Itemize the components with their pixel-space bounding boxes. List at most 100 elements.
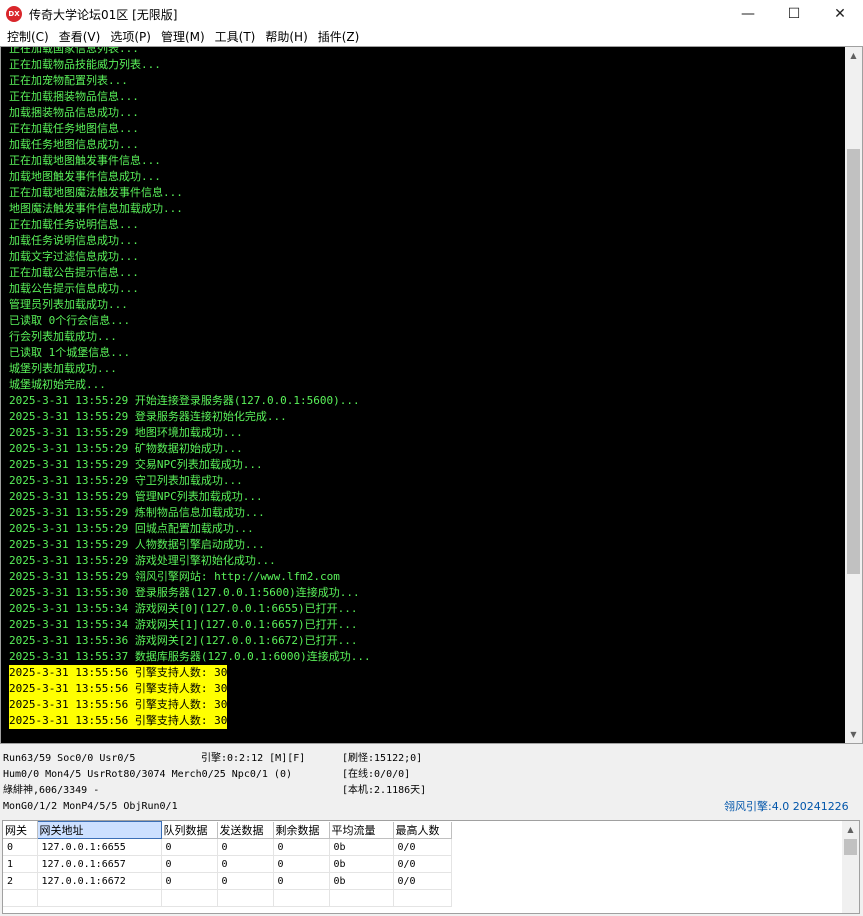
console-line: 2025-3-31 13:55:29 翎风引擎网站: http://www.lf… <box>9 570 340 583</box>
console-line-row: 2025-3-31 13:55:29 矿物数据初始成功... <box>9 441 371 457</box>
table-row[interactable]: 0 127.0.0.1:6655 0 0 0 0b 0/0 <box>3 838 452 856</box>
cell-gateway: 2 <box>3 872 38 890</box>
column-header-remaining[interactable]: 剩余数据 <box>273 821 330 839</box>
cell-sent: 0 <box>217 855 274 873</box>
menu-tools[interactable]: 工具(T) <box>210 28 261 46</box>
table-scroll-thumb[interactable] <box>844 839 857 855</box>
console-line: 2025-3-31 13:55:29 人物数据引擎启动成功... <box>9 538 265 551</box>
cell-remaining: 0 <box>273 855 330 873</box>
column-header-max-users[interactable]: 最高人数 <box>393 821 452 839</box>
status-run: Run63/59 Soc0/0 Usr0/5 <box>3 753 136 764</box>
cell-avg-flow: 0b <box>329 872 394 890</box>
console-line: 2025-3-31 13:55:37 数据库服务器(127.0.0.1:6000… <box>9 650 371 663</box>
console-line-row: 管理员列表加载成功... <box>9 297 371 313</box>
minimize-button[interactable]: — <box>725 0 771 28</box>
console-line: 管理员列表加载成功... <box>9 298 128 311</box>
cell-max-users: 0/0 <box>393 838 452 856</box>
console-line-row: 2025-3-31 13:55:29 管理NPC列表加载成功... <box>9 489 371 505</box>
console-line-row: 正在加载物品技能威力列表... <box>9 57 371 73</box>
close-icon: ✕ <box>834 6 846 22</box>
maximize-icon: ☐ <box>787 6 801 22</box>
console-line-row: 2025-3-31 13:55:30 登录服务器(127.0.0.1:5600)… <box>9 585 371 601</box>
menu-view[interactable]: 查看(V) <box>54 28 106 46</box>
console-line-highlighted: 2025-3-31 13:55:56 引擎支持人数: 30 <box>9 665 228 681</box>
scroll-track[interactable] <box>845 64 862 726</box>
menu-manage[interactable]: 管理(M) <box>156 28 210 46</box>
table-scroll-up-icon[interactable]: ▲ <box>842 821 859 838</box>
app-icon[interactable]: DX <box>6 6 22 22</box>
scroll-down-icon[interactable]: ▼ <box>845 726 862 743</box>
console-line: 2025-3-31 13:55:34 游戏网关[0](127.0.0.1:665… <box>9 602 358 615</box>
console-line-row: 2025-3-31 13:55:29 交易NPC列表加载成功... <box>9 457 371 473</box>
table-row[interactable]: 2 127.0.0.1:6672 0 0 0 0b 0/0 <box>3 872 452 890</box>
console-line-row: 正在加载捆装物品信息... <box>9 89 371 105</box>
console-line-row: 加载文字过滤信息成功... <box>9 249 371 265</box>
console-line-row: 2025-3-31 13:55:36 游戏网关[2](127.0.0.1:667… <box>9 633 371 649</box>
console-line: 加载地图触发事件信息成功... <box>9 170 161 183</box>
console-line-row: 地图魔法触发事件信息加载成功... <box>9 201 371 217</box>
console-line: 2025-3-31 13:55:29 开始连接登录服务器(127.0.0.1:5… <box>9 394 360 407</box>
console-line: 2025-3-31 13:55:29 炼制物品信息加载成功... <box>9 506 265 519</box>
console-line-row: 正在加载地图魔法触发事件信息... <box>9 185 371 201</box>
console-line-row: 正在加载地图触发事件信息... <box>9 153 371 169</box>
console-line-row: 2025-3-31 13:55:29 人物数据引擎启动成功... <box>9 537 371 553</box>
console-line: 正在加载国家信息列表... <box>9 47 139 55</box>
console-line: 2025-3-31 13:55:29 管理NPC列表加载成功... <box>9 490 263 503</box>
console-line-row: 2025-3-31 13:55:29 地图环境加载成功... <box>9 425 371 441</box>
console-line-row: 城堡列表加载成功... <box>9 361 371 377</box>
window-title: 传奇大学论坛01区 [无限版] <box>29 7 178 22</box>
scroll-thumb[interactable] <box>847 149 860 574</box>
console-line: 正在加载地图触发事件信息... <box>9 154 161 167</box>
gateway-table: 网关 网关地址 队列数据 发送数据 剩余数据 平均流量 最高人数 0 127.0… <box>3 821 452 907</box>
app-icon-label: DX <box>8 10 20 18</box>
maximize-button[interactable]: ☐ <box>771 0 817 28</box>
console-line-row: 2025-3-31 13:55:56 引擎支持人数: 30 <box>9 713 371 729</box>
console-line-row: 正在加宠物配置列表... <box>9 73 371 89</box>
column-header-queue[interactable]: 队列数据 <box>161 821 218 839</box>
cell-avg-flow: 0b <box>329 855 394 873</box>
console-line: 2025-3-31 13:55:29 地图环境加载成功... <box>9 426 243 439</box>
console-line-row: 2025-3-31 13:55:56 引擎支持人数: 30 <box>9 665 371 681</box>
console-line-row: 已读取 1个城堡信息... <box>9 345 371 361</box>
column-header-sent[interactable]: 发送数据 <box>217 821 274 839</box>
column-header-gateway[interactable]: 网关 <box>3 821 38 839</box>
engine-version: 翎风引擎:4.0 20241226 <box>724 800 849 813</box>
status-online: [在线:0/0/0] <box>342 769 411 780</box>
status-panel: Run63/59 Soc0/0 Usr0/5 引擎:0:2:12 [M][F] … <box>0 746 863 818</box>
console-line: 2025-3-31 13:55:36 游戏网关[2](127.0.0.1:667… <box>9 634 358 647</box>
table-row[interactable]: 1 127.0.0.1:6657 0 0 0 0b 0/0 <box>3 855 452 873</box>
menu-help[interactable]: 帮助(H) <box>260 28 312 46</box>
table-scrollbar[interactable]: ▲ <box>842 821 859 913</box>
status-memory: 綠緋神,606/3349 - <box>3 785 100 796</box>
console-line: 城堡城初始完成... <box>9 378 106 391</box>
close-button[interactable]: ✕ <box>817 0 863 28</box>
console-line-row: 已读取 0个行会信息... <box>9 313 371 329</box>
cell-gateway: 0 <box>3 838 38 856</box>
column-header-avg-flow[interactable]: 平均流量 <box>329 821 394 839</box>
menu-plugins[interactable]: 插件(Z) <box>313 28 365 46</box>
console-viewport: 正在加载国家信息列表... 正在加载物品技能威力列表... 正在加宠物配置列表...… <box>5 47 841 743</box>
scroll-up-icon[interactable]: ▲ <box>845 47 862 64</box>
cell-remaining: 0 <box>273 838 330 856</box>
console-line: 2025-3-31 13:55:29 交易NPC列表加载成功... <box>9 458 263 471</box>
console-line: 正在加载任务说明信息... <box>9 218 139 231</box>
console-line: 城堡列表加载成功... <box>9 362 117 375</box>
console-line-highlighted: 2025-3-31 13:55:56 引擎支持人数: 30 <box>9 713 228 729</box>
table-row-empty <box>3 889 452 907</box>
console-line-row: 加载地图触发事件信息成功... <box>9 169 371 185</box>
menu-options[interactable]: 选项(P) <box>105 28 156 46</box>
console-line: 2025-3-31 13:55:30 登录服务器(127.0.0.1:5600)… <box>9 586 360 599</box>
console-line-highlighted: 2025-3-31 13:55:56 引擎支持人数: 30 <box>9 697 228 713</box>
column-header-address[interactable]: 网关地址 <box>36 821 162 839</box>
console-line-row: 2025-3-31 13:55:29 守卫列表加载成功... <box>9 473 371 489</box>
console-scrollbar[interactable]: ▲ ▼ <box>845 47 862 743</box>
menu-control[interactable]: 控制(C) <box>2 28 54 46</box>
menu-bar: 控制(C) 查看(V) 选项(P) 管理(M) 工具(T) 帮助(H) 插件(Z… <box>0 28 863 46</box>
cell-sent: 0 <box>217 838 274 856</box>
cell-queue: 0 <box>161 872 218 890</box>
console-line: 正在加载捆装物品信息... <box>9 90 139 103</box>
console-line-row: 2025-3-31 13:55:29 回城点配置加载成功... <box>9 521 371 537</box>
console-line-row: 2025-3-31 13:55:29 开始连接登录服务器(127.0.0.1:5… <box>9 393 371 409</box>
console-line-row: 正在加载国家信息列表... <box>9 47 371 57</box>
console-panel[interactable]: 正在加载国家信息列表... 正在加载物品技能威力列表... 正在加宠物配置列表...… <box>0 46 863 744</box>
